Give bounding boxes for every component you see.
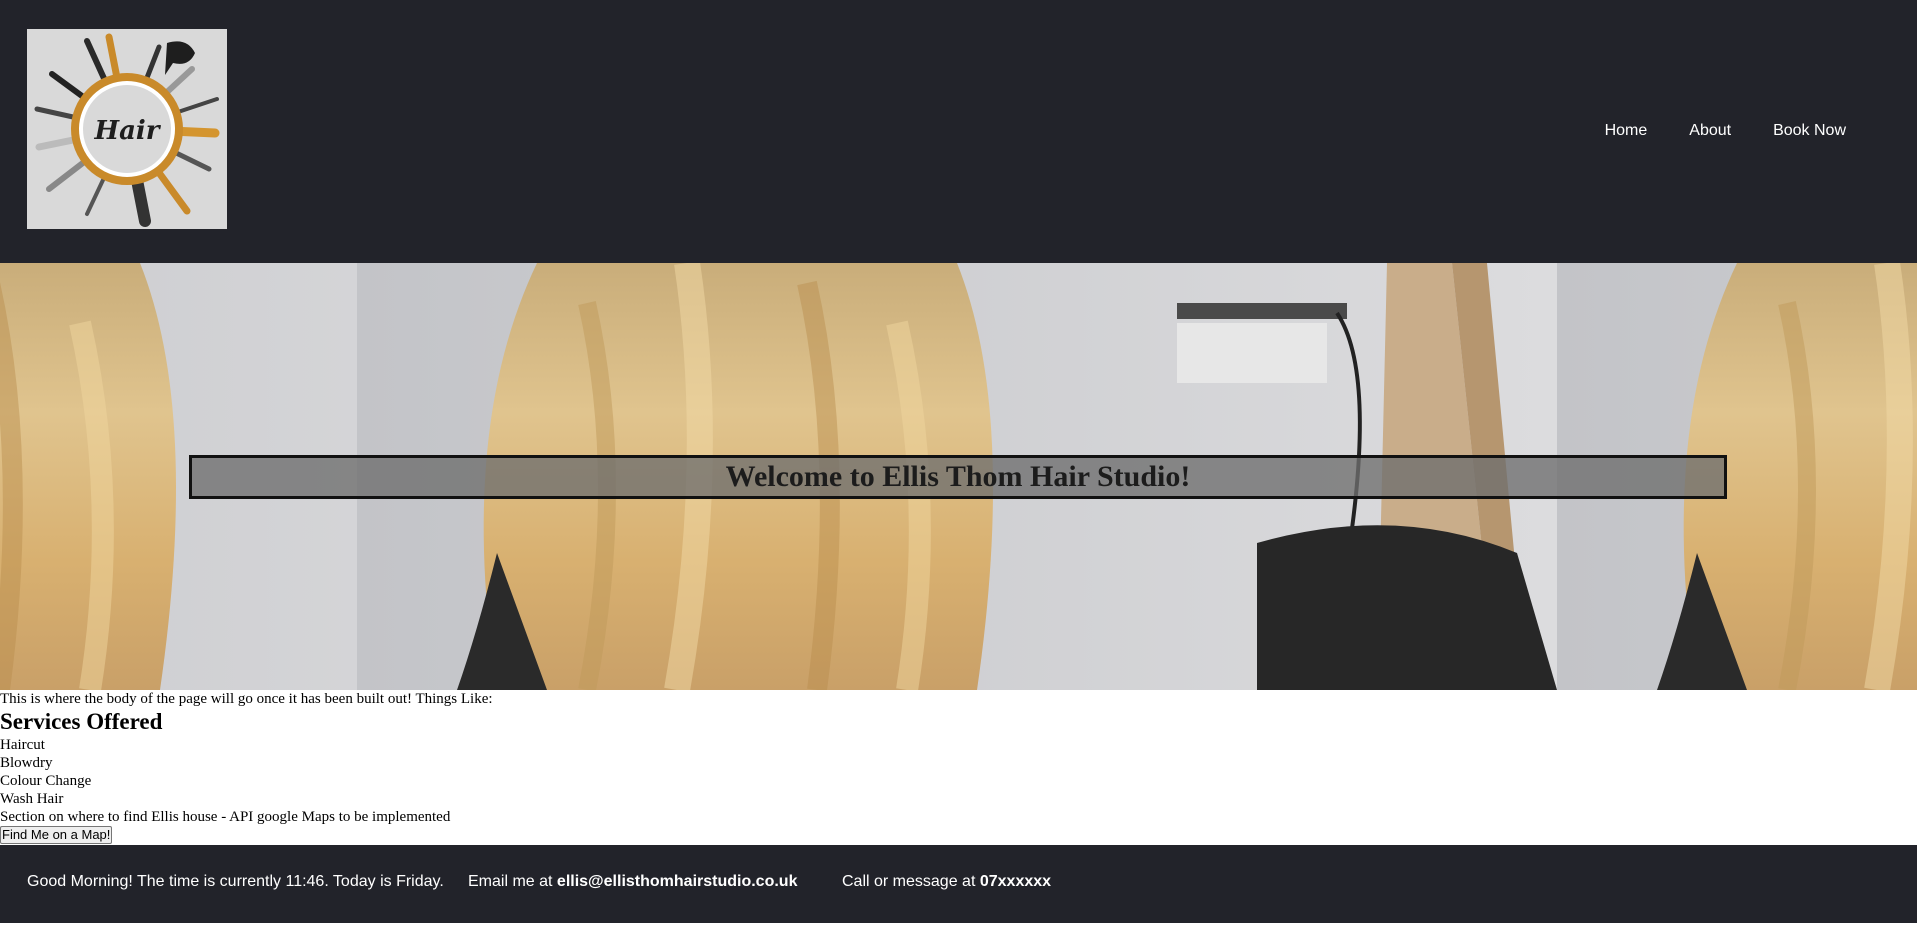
intro-text: This is where the body of the page will … xyxy=(0,691,493,707)
nav-book-now-link[interactable]: Book Now xyxy=(1752,118,1867,144)
svg-text:Hair: Hair xyxy=(94,116,162,146)
phone-number[interactable]: 07xxxxxx xyxy=(980,873,1051,890)
email-contact: Email me at ellis@ellisthomhairstudio.co… xyxy=(468,873,797,891)
site-header: Hair Home About Book Now xyxy=(0,0,1917,263)
service-item: Haircut xyxy=(0,737,45,753)
phone-prefix: Call or message at xyxy=(842,873,976,890)
site-footer: Good Morning! The time is currently 11:4… xyxy=(0,845,1917,923)
map-note: Section on where to find Ellis house - A… xyxy=(0,809,451,825)
services-list: Haircut Blowdry Colour Change Wash Hair xyxy=(0,736,1917,808)
nav-about-link[interactable]: About xyxy=(1668,118,1752,144)
hair-tools-logo-icon: Hair xyxy=(27,29,227,229)
service-item: Wash Hair xyxy=(0,791,64,807)
nav-home-link[interactable]: Home xyxy=(1584,118,1669,144)
service-item: Blowdry xyxy=(0,755,53,771)
hero-banner: Welcome to Ellis Thom Hair Studio! xyxy=(0,263,1917,690)
find-on-map-button[interactable]: Find Me on a Map! xyxy=(0,826,113,844)
main-content: This is where the body of the page will … xyxy=(0,690,1917,844)
services-heading: Services Offered xyxy=(0,709,163,734)
email-prefix: Email me at xyxy=(468,873,553,890)
main-nav: Home About Book Now xyxy=(1584,118,1867,144)
greeting-clock-text: Good Morning! The time is currently 11:4… xyxy=(27,873,444,890)
page-title: Welcome to Ellis Thom Hair Studio! xyxy=(725,460,1191,493)
welcome-banner: Welcome to Ellis Thom Hair Studio! xyxy=(189,455,1727,499)
phone-contact: Call or message at 07xxxxxx xyxy=(842,873,1051,891)
email-link[interactable]: ellis@ellisthomhairstudio.co.uk xyxy=(557,873,798,890)
site-logo[interactable]: Hair xyxy=(27,29,227,229)
service-item: Colour Change xyxy=(0,773,92,789)
